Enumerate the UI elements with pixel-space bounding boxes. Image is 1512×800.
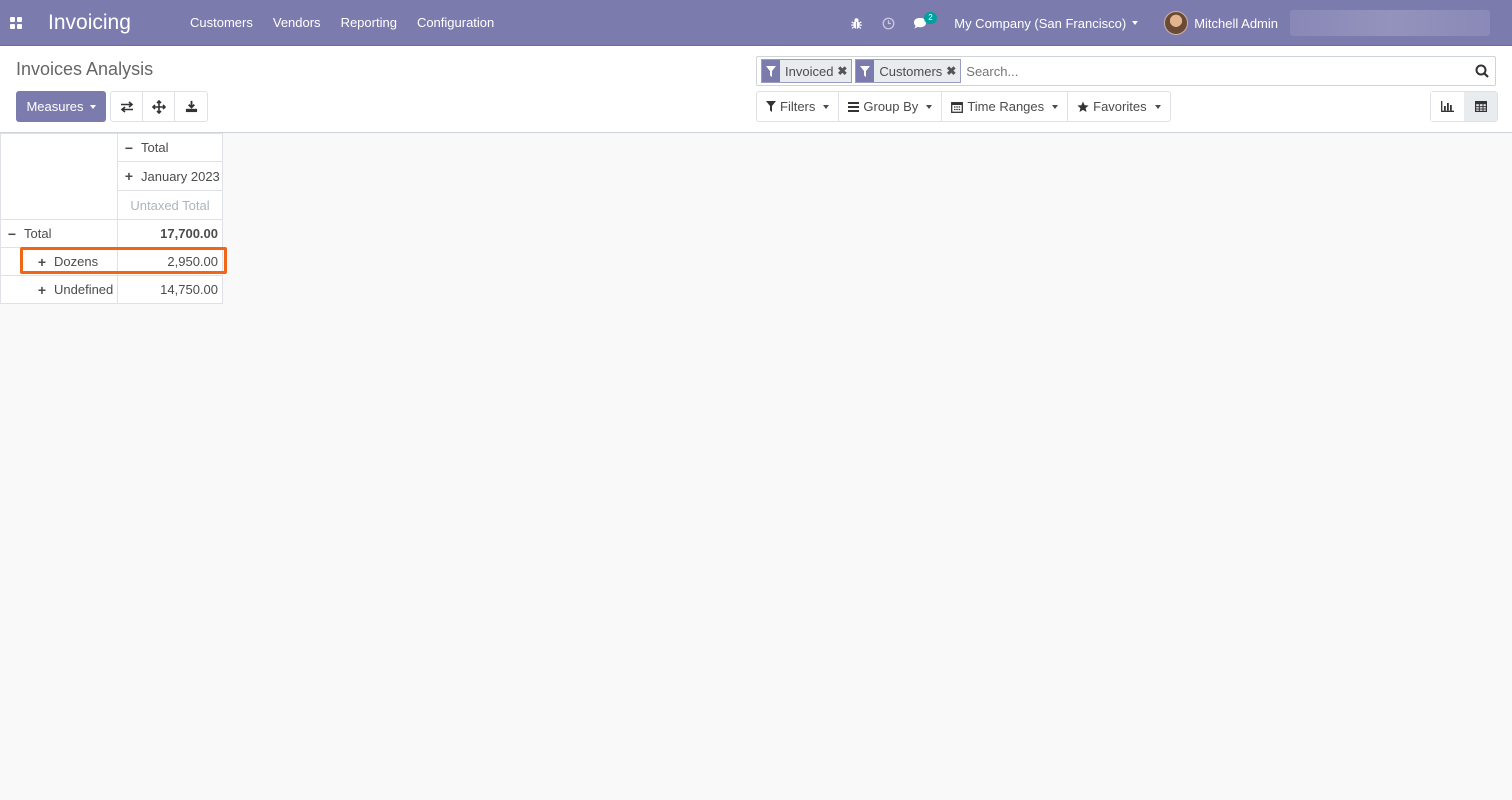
messaging-chat-icon[interactable]: 2 xyxy=(904,0,937,46)
expand-icon: + xyxy=(37,281,47,298)
row-header-label: Undefined xyxy=(54,282,114,297)
row-header-undefined[interactable]: + Undefined xyxy=(0,275,118,304)
redacted-area xyxy=(1290,10,1490,36)
list-icon xyxy=(848,101,860,112)
measure-label: Untaxed Total xyxy=(130,197,210,213)
user-menu[interactable]: Mitchell Admin xyxy=(1148,10,1512,36)
chevron-down-icon xyxy=(823,104,830,109)
cell-total-value[interactable]: 17,700.00 xyxy=(117,219,223,248)
chevron-down-icon xyxy=(1052,104,1059,109)
row-header-dozens[interactable]: + Dozens xyxy=(0,247,118,276)
filter-icon xyxy=(766,101,776,112)
menu-item-configuration[interactable]: Configuration xyxy=(407,0,504,46)
search-input[interactable] xyxy=(964,59,1469,83)
search-options: Filters Group By Time Ranges Favorites xyxy=(756,91,1171,122)
facet-label: Invoiced xyxy=(785,63,834,79)
app-title[interactable]: Invoicing xyxy=(48,11,176,35)
company-switcher[interactable]: My Company (San Francisco) xyxy=(944,16,1148,31)
apps-menu-icon[interactable] xyxy=(0,0,32,46)
calendar-icon xyxy=(951,101,964,113)
measures-button[interactable]: Measures xyxy=(16,91,106,122)
control-panel: Invoices Analysis Measures Invoiced ✖ Cu… xyxy=(0,46,1512,133)
download-icon[interactable] xyxy=(175,92,207,121)
facet-label: Customers xyxy=(879,63,943,79)
filters-button[interactable]: Filters xyxy=(756,91,840,122)
bar-chart-icon[interactable] xyxy=(1431,92,1464,121)
menu-item-customers[interactable]: Customers xyxy=(180,0,263,46)
star-icon xyxy=(1077,101,1089,112)
timeranges-button[interactable]: Time Ranges xyxy=(941,91,1069,122)
pivot-corner xyxy=(0,133,118,220)
main-menu: Customers Vendors Reporting Configuratio… xyxy=(180,0,504,46)
chevron-down-icon xyxy=(1132,21,1139,25)
messages-badge: 2 xyxy=(924,12,937,24)
cell-value: 17,700.00 xyxy=(160,226,218,241)
view-switcher xyxy=(1430,91,1498,122)
systray: 2 My Company (San Francisco) Mitchell Ad… xyxy=(840,0,1512,46)
debug-bug-icon[interactable] xyxy=(840,0,872,46)
row-header-label: Total xyxy=(24,226,52,241)
filters-label: Filters xyxy=(780,99,816,114)
row-header-total[interactable]: − Total xyxy=(0,219,118,248)
avatar xyxy=(1164,11,1189,35)
col-header-label: Total xyxy=(141,140,169,155)
top-navbar: Invoicing Customers Vendors Reporting Co… xyxy=(0,0,1512,46)
col-header-period[interactable]: + January 2023 xyxy=(117,161,223,191)
favorites-button[interactable]: Favorites xyxy=(1067,91,1171,122)
facet-invoiced[interactable]: Invoiced ✖ xyxy=(761,59,853,83)
collapse-icon: − xyxy=(124,139,134,156)
timeranges-label: Time Ranges xyxy=(967,99,1045,114)
company-name: My Company (San Francisco) xyxy=(954,15,1127,31)
collapse-icon: − xyxy=(7,225,17,242)
col-header-label: January 2023 xyxy=(141,168,220,184)
facet-customers[interactable]: Customers ✖ xyxy=(855,59,962,83)
expand-all-icon[interactable] xyxy=(143,92,175,121)
cell-value: 14,750.00 xyxy=(160,282,218,297)
expand-icon: + xyxy=(37,253,47,270)
search-icon[interactable] xyxy=(1469,64,1495,78)
pivot-table-icon[interactable] xyxy=(1464,92,1497,121)
chevron-down-icon xyxy=(1154,104,1161,109)
groupby-button[interactable]: Group By xyxy=(838,91,943,122)
filter-icon xyxy=(762,60,780,82)
activity-clock-icon[interactable] xyxy=(872,0,904,46)
user-name: Mitchell Admin xyxy=(1194,15,1278,31)
search-bar: Invoiced ✖ Customers ✖ xyxy=(756,56,1496,86)
col-header-total[interactable]: − Total xyxy=(117,133,223,162)
menu-item-reporting[interactable]: Reporting xyxy=(331,0,407,46)
expand-icon: + xyxy=(124,168,134,184)
flip-axis-icon[interactable] xyxy=(111,92,143,121)
measure-header[interactable]: Untaxed Total xyxy=(117,190,223,220)
cell-dozens-value[interactable]: 2,950.00 xyxy=(117,247,223,276)
close-icon[interactable]: ✖ xyxy=(946,64,958,78)
filter-icon xyxy=(856,60,875,82)
close-icon[interactable]: ✖ xyxy=(837,64,849,78)
menu-item-vendors[interactable]: Vendors xyxy=(263,0,331,46)
favorites-label: Favorites xyxy=(1093,99,1147,114)
cell-value: 2,950.00 xyxy=(167,254,218,269)
groupby-label: Group By xyxy=(863,99,919,114)
row-header-label: Dozens xyxy=(54,254,99,269)
pivot-actions xyxy=(110,91,208,122)
cell-undefined-value[interactable]: 14,750.00 xyxy=(117,275,223,304)
chevron-down-icon xyxy=(89,104,96,109)
measures-label: Measures xyxy=(26,99,84,114)
chevron-down-icon xyxy=(926,104,933,109)
page-title: Invoices Analysis xyxy=(16,59,154,79)
